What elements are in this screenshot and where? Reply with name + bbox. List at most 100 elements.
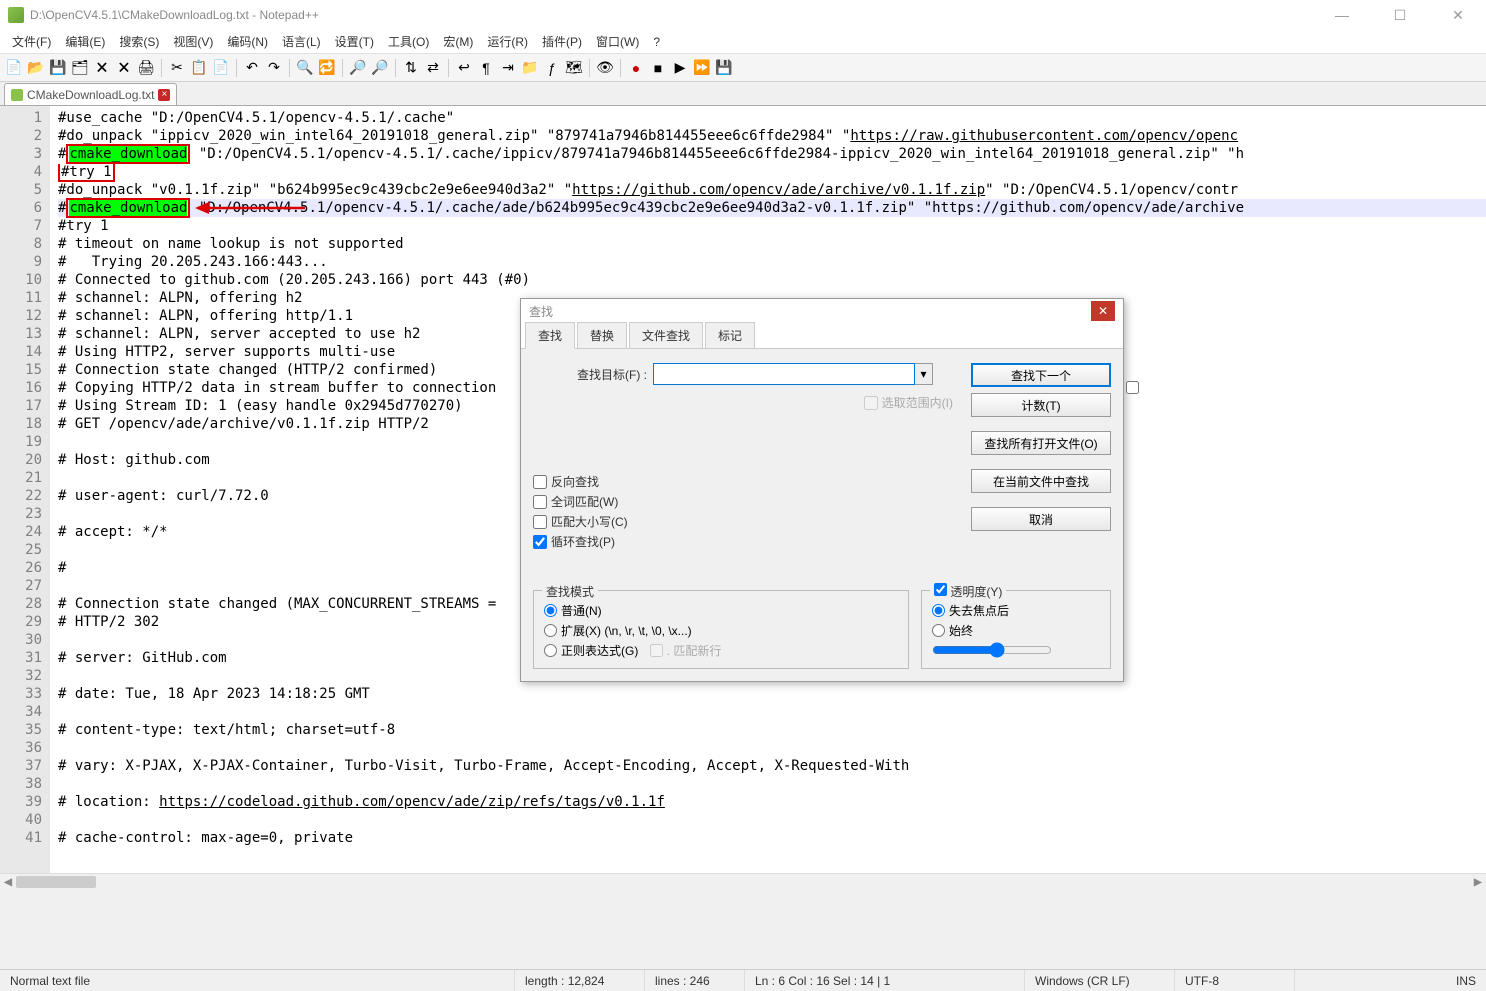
- menu-help[interactable]: ?: [647, 33, 666, 51]
- trans-onlose-label: 失去焦点后: [949, 602, 1009, 619]
- dialog-title: 查找: [529, 303, 1091, 320]
- save-icon[interactable]: 💾: [48, 58, 68, 78]
- whole-word-checkbox[interactable]: [533, 495, 547, 509]
- dialog-close-icon[interactable]: ✕: [1091, 301, 1115, 321]
- replace-icon[interactable]: 🔁: [317, 58, 337, 78]
- trans-always-radio[interactable]: [932, 624, 945, 637]
- menu-settings[interactable]: 设置(T): [329, 31, 380, 52]
- count-button[interactable]: 计数(T): [971, 393, 1111, 417]
- menu-plugins[interactable]: 插件(P): [536, 31, 588, 52]
- mode-extended-label: 扩展(X) (\n, \r, \t, \0, \x...): [561, 622, 692, 639]
- combo-dropdown-icon[interactable]: ▾: [915, 363, 933, 385]
- print-icon[interactable]: 🖨: [136, 58, 156, 78]
- status-length: length : 12,824: [515, 970, 645, 991]
- sync-v-icon[interactable]: ⇅: [401, 58, 421, 78]
- mode-extended-radio[interactable]: [544, 624, 557, 637]
- whole-word-label: 全词匹配(W): [551, 493, 618, 510]
- menubar: 文件(F) 编辑(E) 搜索(S) 视图(V) 编码(N) 语言(L) 设置(T…: [0, 30, 1486, 54]
- backward-checkbox[interactable]: [533, 475, 547, 489]
- save-all-icon[interactable]: 🗂: [70, 58, 90, 78]
- wrap-label: 循环查找(P): [551, 533, 615, 550]
- mode-regex-radio[interactable]: [544, 644, 557, 657]
- minimize-button[interactable]: —: [1322, 7, 1362, 24]
- tab-mark[interactable]: 标记: [705, 322, 755, 348]
- map-icon[interactable]: 🗺: [564, 58, 584, 78]
- tabbar: CMakeDownloadLog.txt ×: [0, 82, 1486, 106]
- trans-onlose-radio[interactable]: [932, 604, 945, 617]
- close-all-icon[interactable]: 🗙: [114, 58, 134, 78]
- indent-icon[interactable]: ⇥: [498, 58, 518, 78]
- menu-encoding[interactable]: 编码(N): [221, 31, 274, 52]
- find-target-input[interactable]: [653, 363, 915, 385]
- menu-file[interactable]: 文件(F): [6, 31, 57, 52]
- menu-tools[interactable]: 工具(O): [382, 31, 435, 52]
- tab-find-in-files[interactable]: 文件查找: [629, 322, 703, 348]
- save-macro-icon[interactable]: 💾: [714, 58, 734, 78]
- find-in-current-button[interactable]: 在当前文件中查找: [971, 469, 1111, 493]
- separator: [342, 59, 343, 77]
- file-tab-icon: [11, 89, 23, 101]
- menu-window[interactable]: 窗口(W): [590, 31, 645, 52]
- match-case-checkbox[interactable]: [533, 515, 547, 529]
- window-title: D:\OpenCV4.5.1\CMakeDownloadLog.txt - No…: [30, 8, 1322, 22]
- horizontal-scrollbar[interactable]: ◀ ▶: [0, 873, 1486, 889]
- sync-h-icon[interactable]: ⇄: [423, 58, 443, 78]
- tab-find[interactable]: 查找: [525, 322, 575, 349]
- find-next-button[interactable]: 查找下一个: [971, 363, 1111, 387]
- close-tab-icon[interactable]: ×: [158, 89, 170, 101]
- monitor-icon[interactable]: 👁: [595, 58, 615, 78]
- dot-newline-label: . 匹配新行: [667, 642, 722, 659]
- zoom-out-icon[interactable]: 🔎: [370, 58, 390, 78]
- trans-always-label: 始终: [949, 622, 973, 639]
- wrap-checkbox[interactable]: [533, 535, 547, 549]
- separator: [289, 59, 290, 77]
- separator: [448, 59, 449, 77]
- all-chars-icon[interactable]: ¶: [476, 58, 496, 78]
- mode-normal-label: 普通(N): [561, 602, 602, 619]
- func-icon[interactable]: ƒ: [542, 58, 562, 78]
- status-pos: Ln : 6 Col : 16 Sel : 14 | 1: [745, 970, 1025, 991]
- maximize-button[interactable]: ☐: [1380, 7, 1420, 24]
- menu-view[interactable]: 视图(V): [167, 31, 219, 52]
- wrap-icon[interactable]: ↩: [454, 58, 474, 78]
- scroll-left-icon[interactable]: ◀: [0, 874, 16, 889]
- tab-replace[interactable]: 替换: [577, 322, 627, 348]
- transparency-slider[interactable]: [932, 642, 1052, 658]
- menu-search[interactable]: 搜索(S): [113, 31, 165, 52]
- scroll-right-icon[interactable]: ▶: [1470, 874, 1486, 889]
- stop-icon[interactable]: ■: [648, 58, 668, 78]
- scroll-thumb[interactable]: [16, 876, 96, 888]
- app-icon: [8, 7, 24, 23]
- paste-icon[interactable]: 📄: [211, 58, 231, 78]
- mode-normal-radio[interactable]: [544, 604, 557, 617]
- record-icon[interactable]: ●: [626, 58, 646, 78]
- play-multi-icon[interactable]: ⏩: [692, 58, 712, 78]
- file-tab[interactable]: CMakeDownloadLog.txt ×: [4, 83, 177, 105]
- find-all-open-button[interactable]: 查找所有打开文件(O): [971, 431, 1111, 455]
- undo-icon[interactable]: ↶: [242, 58, 262, 78]
- transparency-checkbox[interactable]: [934, 583, 947, 596]
- close-file-icon[interactable]: 🗙: [92, 58, 112, 78]
- in-selection-label: 选取范围内(I): [882, 394, 953, 411]
- menu-language[interactable]: 语言(L): [276, 31, 327, 52]
- copy-icon[interactable]: 📋: [189, 58, 209, 78]
- folder-icon[interactable]: 📁: [520, 58, 540, 78]
- close-button[interactable]: ✕: [1438, 7, 1478, 24]
- dialog-titlebar[interactable]: 查找 ✕: [521, 299, 1123, 323]
- new-icon[interactable]: 📄: [4, 58, 24, 78]
- cancel-button[interactable]: 取消: [971, 507, 1111, 531]
- dialog-tabs: 查找 替换 文件查找 标记: [521, 323, 1123, 349]
- extra-checkbox[interactable]: [1126, 381, 1139, 394]
- menu-edit[interactable]: 编辑(E): [59, 31, 111, 52]
- play-icon[interactable]: ▶: [670, 58, 690, 78]
- titlebar: D:\OpenCV4.5.1\CMakeDownloadLog.txt - No…: [0, 0, 1486, 30]
- menu-run[interactable]: 运行(R): [481, 31, 534, 52]
- zoom-in-icon[interactable]: 🔎: [348, 58, 368, 78]
- cut-icon[interactable]: ✂: [167, 58, 187, 78]
- transparency-legend: 透明度(Y): [950, 585, 1002, 599]
- menu-macro[interactable]: 宏(M): [437, 31, 479, 52]
- find-icon[interactable]: 🔍: [295, 58, 315, 78]
- redo-icon[interactable]: ↷: [264, 58, 284, 78]
- toolbar: 📄 📂 💾 🗂 🗙 🗙 🖨 ✂ 📋 📄 ↶ ↷ 🔍 🔁 🔎 🔎 ⇅ ⇄ ↩ ¶ …: [0, 54, 1486, 82]
- open-icon[interactable]: 📂: [26, 58, 46, 78]
